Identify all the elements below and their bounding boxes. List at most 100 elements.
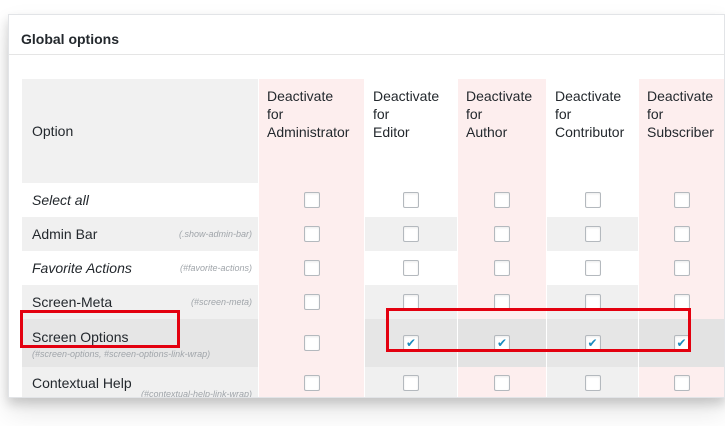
checkbox-screen-options-editor[interactable]: ✔ — [403, 335, 419, 351]
header-line: Editor — [373, 124, 410, 140]
checkbox-cell — [365, 285, 458, 319]
option-screen-meta: Screen-Meta (#screen-meta) — [22, 285, 259, 319]
checkbox-cell — [259, 367, 365, 397]
checkbox-admin-bar-editor[interactable] — [403, 226, 419, 242]
checkbox-favorite-actions-subscriber[interactable] — [673, 260, 690, 276]
checkbox-cell — [547, 183, 639, 217]
checkbox-screen-meta-subscriber[interactable] — [673, 294, 690, 310]
option-selector: (#screen-options, #screen-options-link-w… — [32, 349, 211, 359]
checkbox-cell — [458, 367, 547, 397]
checkbox-screen-options-author[interactable]: ✔ — [494, 335, 510, 351]
header-line: for — [466, 106, 483, 122]
column-header-contributor: Deactivate for Contributor — [547, 79, 639, 183]
header-line: for — [647, 106, 664, 122]
header-line: Deactivate — [555, 88, 622, 104]
checkbox-screen-meta-administrator[interactable] — [303, 294, 320, 310]
checkbox-cell — [458, 285, 547, 319]
option-column-header: Option — [22, 79, 259, 183]
checkbox-cell — [639, 285, 724, 319]
checkbox-cell — [547, 251, 639, 285]
option-selector: (#screen-meta) — [190, 297, 252, 307]
option-selector: (#contextual-help-link-wrap) — [140, 389, 252, 398]
header-line: Author — [466, 124, 508, 140]
checkbox-cell — [547, 217, 639, 251]
option-label: Screen Options — [32, 329, 129, 345]
header-line: Deactivate — [267, 88, 334, 104]
checkbox-screen-meta-editor[interactable] — [403, 294, 419, 310]
header-line: Deactivate — [647, 88, 714, 104]
checkbox-screen-meta-author[interactable] — [494, 294, 510, 310]
checkbox-select-all-editor[interactable] — [403, 192, 419, 208]
checkbox-cell: ✔ — [365, 319, 458, 367]
checkbox-cell: ✔ — [639, 319, 724, 367]
option-selector: (#favorite-actions) — [179, 263, 252, 273]
option-label: Screen-Meta — [32, 294, 113, 310]
option-label: Favorite Actions — [32, 260, 132, 276]
checkbox-cell — [259, 183, 365, 217]
checkbox-contextual-help-administrator[interactable] — [303, 375, 320, 391]
checkbox-select-all-contributor[interactable] — [584, 192, 601, 208]
checkbox-select-all-administrator[interactable] — [303, 192, 320, 208]
checkbox-cell — [458, 217, 547, 251]
checkbox-cell — [639, 251, 724, 285]
option-selector: (.show-admin-bar) — [178, 229, 252, 239]
checkbox-contextual-help-subscriber[interactable] — [673, 375, 690, 391]
header-line: Subscriber — [647, 124, 714, 140]
checkbox-cell — [458, 183, 547, 217]
option-label: Contextual Help — [32, 375, 132, 391]
header-line: Contributor — [555, 124, 625, 140]
header-line: Deactivate — [466, 88, 533, 104]
column-header-subscriber: Deactivate for Subscriber — [639, 79, 724, 183]
checkbox-favorite-actions-administrator[interactable] — [303, 260, 320, 276]
option-admin-bar: Admin Bar (.show-admin-bar) — [22, 217, 259, 251]
checkbox-contextual-help-editor[interactable] — [403, 375, 419, 391]
checkbox-screen-options-administrator[interactable] — [303, 335, 320, 351]
checkbox-contextual-help-author[interactable] — [494, 375, 510, 391]
checkbox-contextual-help-contributor[interactable] — [584, 375, 601, 391]
options-table: Option Deactivate for Administrator Deac… — [22, 79, 724, 398]
header-line: for — [373, 106, 390, 122]
checkbox-cell — [365, 367, 458, 397]
option-label: Admin Bar — [32, 226, 98, 242]
option-screen-options: Screen Options (#screen-options, #screen… — [22, 319, 259, 367]
checkbox-favorite-actions-contributor[interactable] — [584, 260, 601, 276]
checkbox-favorite-actions-editor[interactable] — [403, 260, 419, 276]
option-select-all: Select all — [22, 183, 259, 217]
checkbox-cell — [365, 183, 458, 217]
checkbox-admin-bar-administrator[interactable] — [303, 226, 320, 242]
option-contextual-help: Contextual Help (#contextual-help-link-w… — [22, 367, 259, 398]
header-line: Administrator — [267, 124, 350, 140]
column-header-author: Deactivate for Author — [458, 79, 547, 183]
option-column-label: Option — [32, 123, 74, 139]
checkbox-cell — [259, 285, 365, 319]
checkbox-cell — [639, 367, 724, 397]
checkbox-cell: ✔ — [458, 319, 547, 367]
global-options-panel: Global options Option Deactivate for Adm… — [8, 14, 725, 398]
checkbox-admin-bar-subscriber[interactable] — [673, 226, 690, 242]
checkbox-cell — [365, 217, 458, 251]
option-label: Select all — [32, 192, 89, 208]
checkbox-cell — [639, 217, 724, 251]
panel-header: Global options — [9, 15, 724, 55]
checkbox-screen-meta-contributor[interactable] — [584, 294, 601, 310]
column-header-administrator: Deactivate for Administrator — [259, 79, 365, 183]
checkbox-select-all-author[interactable] — [494, 192, 510, 208]
checkbox-cell — [458, 251, 547, 285]
column-header-editor: Deactivate for Editor — [365, 79, 458, 183]
checkbox-admin-bar-contributor[interactable] — [584, 226, 601, 242]
header-line: for — [555, 106, 572, 122]
panel-title: Global options — [21, 31, 119, 47]
checkbox-select-all-subscriber[interactable] — [673, 192, 690, 208]
header-line: for — [267, 106, 284, 122]
checkbox-admin-bar-author[interactable] — [494, 226, 510, 242]
checkbox-cell — [259, 217, 365, 251]
checkbox-cell: ✔ — [547, 319, 639, 367]
checkbox-favorite-actions-author[interactable] — [494, 260, 510, 276]
checkbox-screen-options-subscriber[interactable]: ✔ — [673, 335, 690, 351]
header-line: Deactivate — [373, 88, 440, 104]
checkbox-screen-options-contributor[interactable]: ✔ — [584, 335, 601, 351]
checkbox-cell — [547, 367, 639, 397]
checkbox-cell — [259, 319, 365, 367]
checkbox-cell — [259, 251, 365, 285]
checkbox-cell — [365, 251, 458, 285]
